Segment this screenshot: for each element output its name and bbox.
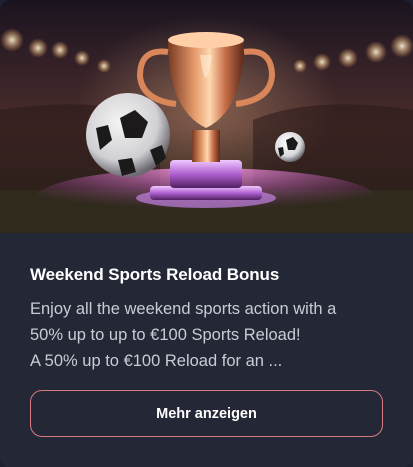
- description-line: 50% up to up to €100 Sports Reload!: [30, 326, 301, 344]
- trophy-illustration: [0, 28, 413, 233]
- soccer-ball-left: [86, 93, 170, 177]
- description-line: Enjoy all the weekend sports action with…: [30, 300, 337, 318]
- description-line: A 50% up to €100 Reload for an ...: [30, 352, 283, 370]
- promo-card: Weekend Sports Reload Bonus Enjoy all th…: [0, 0, 413, 467]
- soccer-ball-right: [275, 132, 305, 162]
- promo-content: Weekend Sports Reload Bonus Enjoy all th…: [0, 233, 413, 374]
- promo-image: [0, 0, 413, 233]
- show-more-button[interactable]: Mehr anzeigen: [30, 390, 383, 437]
- promo-description: Enjoy all the weekend sports action with…: [30, 296, 383, 374]
- promo-title: Weekend Sports Reload Bonus: [30, 265, 280, 284]
